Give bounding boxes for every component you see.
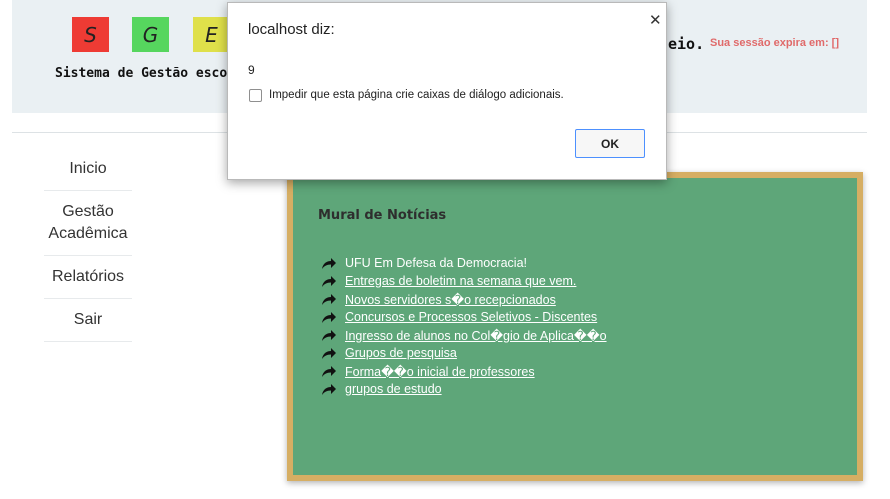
ok-button[interactable]: OK [575, 129, 645, 158]
sidebar-item-sair[interactable]: Sair [44, 299, 132, 342]
suppress-dialogs-checkbox[interactable] [249, 89, 262, 102]
alert-dialog: localhost diz: ✕ 9 Impedir que esta pági… [227, 2, 667, 180]
news-board: Mural de Notícias UFU Em Defesa da Democ… [287, 172, 863, 481]
suppress-dialogs-label[interactable]: Impedir que esta página crie caixas de d… [269, 89, 564, 101]
system-name: Sistema de Gestão esco [55, 66, 228, 81]
sidebar-nav: Inicio Gestão Acadêmica Relatórios Sair [44, 147, 132, 342]
news-item: Novos servidores s�o recepcionados [321, 290, 607, 308]
news-item: Forma��o inicial de professores [321, 362, 607, 380]
news-item: Entregas de boletim na semana que vem. [321, 272, 607, 290]
news-item: UFU Em Defesa da Democracia! [321, 254, 607, 272]
logo-letter-e: E [193, 17, 230, 52]
news-link[interactable]: UFU Em Defesa da Democracia! [345, 256, 527, 270]
share-arrow-icon [322, 347, 336, 359]
share-arrow-icon [322, 293, 336, 305]
share-arrow-icon [322, 329, 336, 341]
sidebar-item-gestao-academica[interactable]: Gestão Acadêmica [44, 191, 132, 256]
dialog-message: 9 [248, 63, 255, 77]
news-list: UFU Em Defesa da Democracia! Entregas de… [321, 254, 607, 398]
news-item: Grupos de pesquisa [321, 344, 607, 362]
dialog-title: localhost diz: [248, 21, 335, 38]
sidebar-item-inicio[interactable]: Inicio [44, 147, 132, 191]
logo-letter-s: S [72, 17, 109, 52]
share-arrow-icon [322, 383, 336, 395]
session-timer: Sua sessão expira em: [] [710, 37, 840, 49]
news-link[interactable]: grupos de estudo [345, 382, 442, 396]
news-link[interactable]: Concursos e Processos Seletivos - Discen… [345, 310, 597, 324]
share-arrow-icon [322, 311, 336, 323]
news-item: Concursos e Processos Seletivos - Discen… [321, 308, 607, 326]
share-arrow-icon [322, 365, 336, 377]
news-link[interactable]: Entregas de boletim na semana que vem. [345, 274, 576, 288]
news-link[interactable]: Grupos de pesquisa [345, 346, 457, 360]
share-arrow-icon [322, 275, 336, 287]
news-link[interactable]: Novos servidores s�o recepcionados [345, 292, 556, 307]
news-item: grupos de estudo [321, 380, 607, 398]
news-link[interactable]: Forma��o inicial de professores [345, 364, 535, 379]
sidebar-item-relatorios[interactable]: Relatórios [44, 256, 132, 299]
news-board-title: Mural de Notícias [318, 208, 447, 223]
welcome-text-fragment: eio. [668, 35, 705, 53]
logo-letter-g: G [132, 17, 169, 52]
share-arrow-icon [322, 257, 336, 269]
close-icon[interactable]: ✕ [649, 11, 662, 29]
news-item: Ingresso de alunos no Col�gio de Aplica�… [321, 326, 607, 344]
news-link[interactable]: Ingresso de alunos no Col�gio de Aplica�… [345, 328, 607, 343]
